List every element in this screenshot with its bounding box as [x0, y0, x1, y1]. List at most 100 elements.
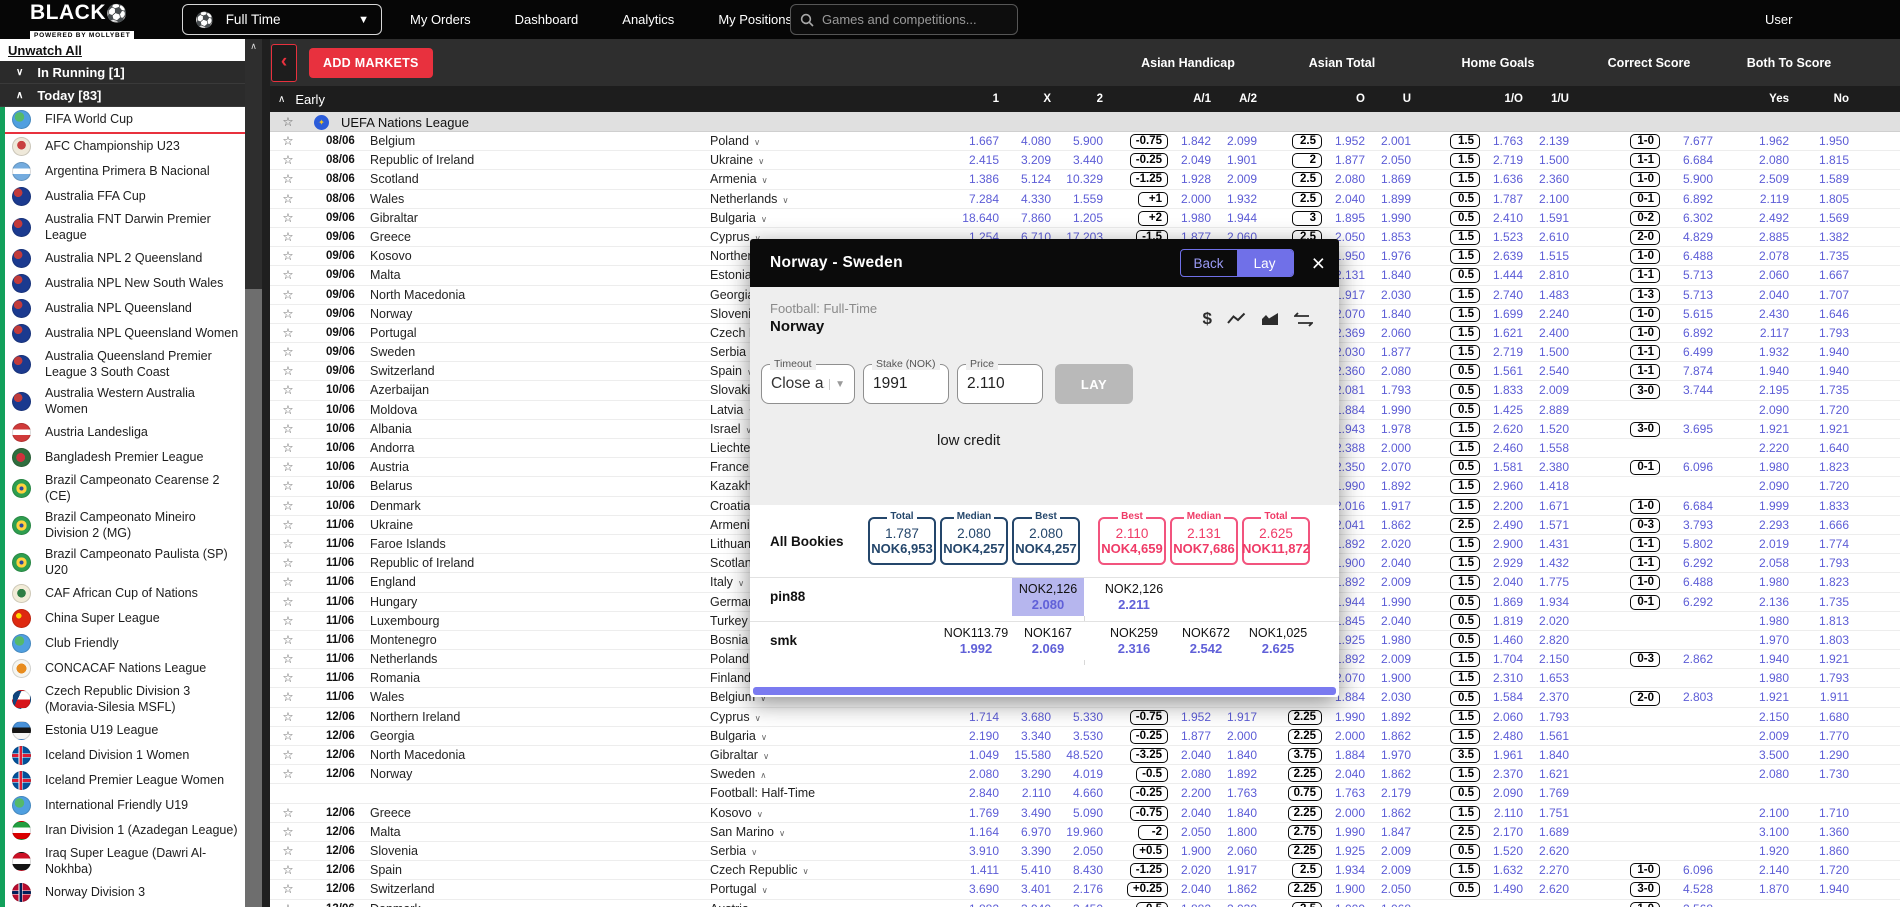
home-team[interactable]: Netherlands — [366, 650, 706, 669]
unwatch-all-link[interactable]: Unwatch All — [0, 39, 245, 61]
odds-away[interactable]: 2.050 — [1059, 842, 1111, 861]
sidebar-item-league[interactable]: Iceland Premier League Women — [0, 768, 245, 793]
odds-draw[interactable]: 5.124 — [1007, 170, 1059, 189]
odds-correct-score[interactable]: 5.713 — [1665, 286, 1721, 305]
line-box[interactable]: 1.5 — [1450, 652, 1480, 667]
odds-correct-score[interactable]: 5.900 — [1665, 170, 1721, 189]
odds-away[interactable]: 1.559 — [1059, 190, 1111, 209]
odds-home[interactable]: 2.190 — [955, 727, 1007, 746]
odds-correct-score[interactable]: 7.874 — [1665, 362, 1721, 381]
bookie-offer-cell[interactable]: NOK1672.069 — [1012, 622, 1084, 660]
odds-under[interactable]: 1.840 — [1373, 305, 1419, 324]
odds-btts-no[interactable]: 1.823 — [1797, 573, 1857, 592]
sidebar-item-league[interactable]: CONCACAF Nations League — [0, 656, 245, 681]
odds-home-goals-under[interactable]: 2.020 — [1531, 612, 1577, 631]
odds-btts-yes[interactable]: 1.921 — [1721, 420, 1797, 439]
odds-under[interactable]: 2.080 — [1373, 362, 1419, 381]
odds-under[interactable]: 1.793 — [1373, 381, 1419, 400]
odds-under[interactable]: 1.840 — [1373, 266, 1419, 285]
odds-draw[interactable]: 3.290 — [1007, 765, 1059, 784]
sidebar-item-league[interactable]: Australia NPL Queensland — [0, 296, 245, 321]
odds-btts-yes[interactable]: 1.980 — [1721, 573, 1797, 592]
odds-btts-no[interactable]: 1.735 — [1797, 381, 1857, 400]
odds-home-goals-over[interactable]: 1.869 — [1485, 593, 1531, 612]
odds-btts-yes[interactable]: 2.080 — [1721, 151, 1797, 170]
odds-home-goals-over[interactable]: 1.425 — [1485, 401, 1531, 420]
line-box[interactable]: 1-0 — [1630, 249, 1660, 264]
star-icon[interactable]: ☆ — [270, 880, 306, 899]
collapse-sidebar-button[interactable]: ‹ — [271, 44, 297, 82]
sidebar-item-league[interactable]: Club Friendly — [0, 631, 245, 656]
star-icon[interactable]: ☆ — [270, 401, 306, 420]
odds-under[interactable]: 1.862 — [1373, 804, 1419, 823]
odds-btts-no[interactable]: 1.823 — [1797, 458, 1857, 477]
odds-ah-away[interactable]: 1.892 — [1219, 765, 1265, 784]
odds-away[interactable]: 1.205 — [1059, 209, 1111, 228]
odds-home-goals-under[interactable]: 2.360 — [1531, 170, 1577, 189]
odds-home-goals-over[interactable]: 2.090 — [1485, 784, 1531, 803]
odds-correct-score[interactable]: 7.677 — [1665, 132, 1721, 151]
star-icon[interactable]: ☆ — [270, 823, 306, 842]
home-team[interactable]: Kosovo — [366, 247, 706, 266]
line-box[interactable]: 2 — [1292, 153, 1322, 168]
odds-home-goals-over[interactable]: 1.833 — [1485, 381, 1531, 400]
line-box[interactable]: 0.5 — [1450, 633, 1480, 648]
odds-ah-away[interactable]: 1.932 — [1219, 190, 1265, 209]
sidebar-item-league[interactable]: CAF African Cup of Nations — [0, 581, 245, 606]
odds-under[interactable]: 1.877 — [1373, 343, 1419, 362]
sidebar-item-league[interactable]: Brazil Campeonato Cearense 2 (CE) — [0, 470, 245, 507]
odds-away[interactable]: 5.900 — [1059, 132, 1111, 151]
star-icon[interactable]: ☆ — [270, 170, 306, 189]
star-icon[interactable]: ☆ — [270, 458, 306, 477]
odds-draw[interactable]: 3.209 — [1007, 151, 1059, 170]
odds-btts-no[interactable]: 1.774 — [1797, 535, 1857, 554]
sidebar-item-league[interactable]: Brazil Campeonato Mineiro Division 2 (MG… — [0, 507, 245, 544]
odds-correct-score[interactable]: 6.684 — [1665, 497, 1721, 516]
star-icon[interactable]: ☆ — [270, 573, 306, 592]
odds-btts-yes[interactable]: 2.040 — [1721, 286, 1797, 305]
sidebar-item-league[interactable]: Bangladesh Premier League — [0, 445, 245, 470]
home-team[interactable]: Hungary — [366, 593, 706, 612]
odds-under[interactable]: 1.976 — [1373, 247, 1419, 266]
odds-home-goals-under[interactable]: 1.515 — [1531, 247, 1577, 266]
odds-ah-away[interactable]: 1.840 — [1219, 746, 1265, 765]
star-icon[interactable]: ☆ — [270, 190, 306, 209]
away-team-dropdown[interactable]: Bulgaria∨ — [706, 209, 955, 228]
line-box[interactable]: 1-1 — [1630, 153, 1660, 168]
line-box[interactable]: -1.25 — [1130, 863, 1168, 878]
odds-under[interactable]: 2.001 — [1373, 132, 1419, 151]
line-box[interactable]: 0.5 — [1450, 211, 1480, 226]
nav-item-my-orders[interactable]: My Orders — [410, 12, 471, 27]
away-team-dropdown[interactable]: Armenia∨ — [706, 170, 955, 189]
odds-ah-away[interactable]: 2.060 — [1219, 842, 1265, 861]
line-box[interactable]: 2.5 — [1292, 902, 1322, 907]
lay-toggle-button[interactable]: Lay — [1237, 250, 1293, 276]
bookie-offer-cell[interactable]: NOK1,0252.625 — [1242, 622, 1314, 660]
odds-under[interactable]: 1.917 — [1373, 497, 1419, 516]
odds-btts-no[interactable]: 1.589 — [1797, 170, 1857, 189]
home-team[interactable]: Montenegro — [366, 631, 706, 650]
odds-under[interactable]: 1.869 — [1373, 170, 1419, 189]
odds-ah-home[interactable]: 1.980 — [1173, 209, 1219, 228]
early-section-toggle[interactable]: ∧ Early — [270, 86, 955, 112]
odds-ah-home[interactable]: 2.049 — [1173, 151, 1219, 170]
odds-home-goals-over[interactable]: 2.200 — [1485, 497, 1531, 516]
star-icon[interactable]: ☆ — [270, 746, 306, 765]
line-box[interactable]: +2 — [1138, 211, 1168, 226]
sidebar-item-league[interactable]: International Friendly U19 — [0, 793, 245, 818]
odds-home-goals-under[interactable]: 2.370 — [1531, 688, 1577, 707]
odds-home-goals-under[interactable]: 1.653 — [1531, 669, 1577, 688]
line-box[interactable]: +0.5 — [1133, 844, 1168, 859]
away-team-dropdown[interactable]: San Marino∨ — [706, 823, 955, 842]
odds-under[interactable]: 1.990 — [1373, 209, 1419, 228]
odds-home-goals-over[interactable]: 2.639 — [1485, 247, 1531, 266]
odds-home-goals-under[interactable]: 1.500 — [1531, 151, 1577, 170]
odds-under[interactable]: 2.060 — [1373, 324, 1419, 343]
odds-correct-score[interactable]: 6.096 — [1665, 458, 1721, 477]
odds-btts-no[interactable]: 1.921 — [1797, 650, 1857, 669]
odds-correct-score[interactable]: 2.803 — [1665, 688, 1721, 707]
odds-btts-no[interactable]: 1.735 — [1797, 593, 1857, 612]
sport-selector-dropdown[interactable]: ⚽ Full Time ▼ — [182, 4, 382, 35]
star-icon[interactable]: ☆ — [270, 324, 306, 343]
star-icon[interactable]: ☆ — [270, 900, 306, 907]
